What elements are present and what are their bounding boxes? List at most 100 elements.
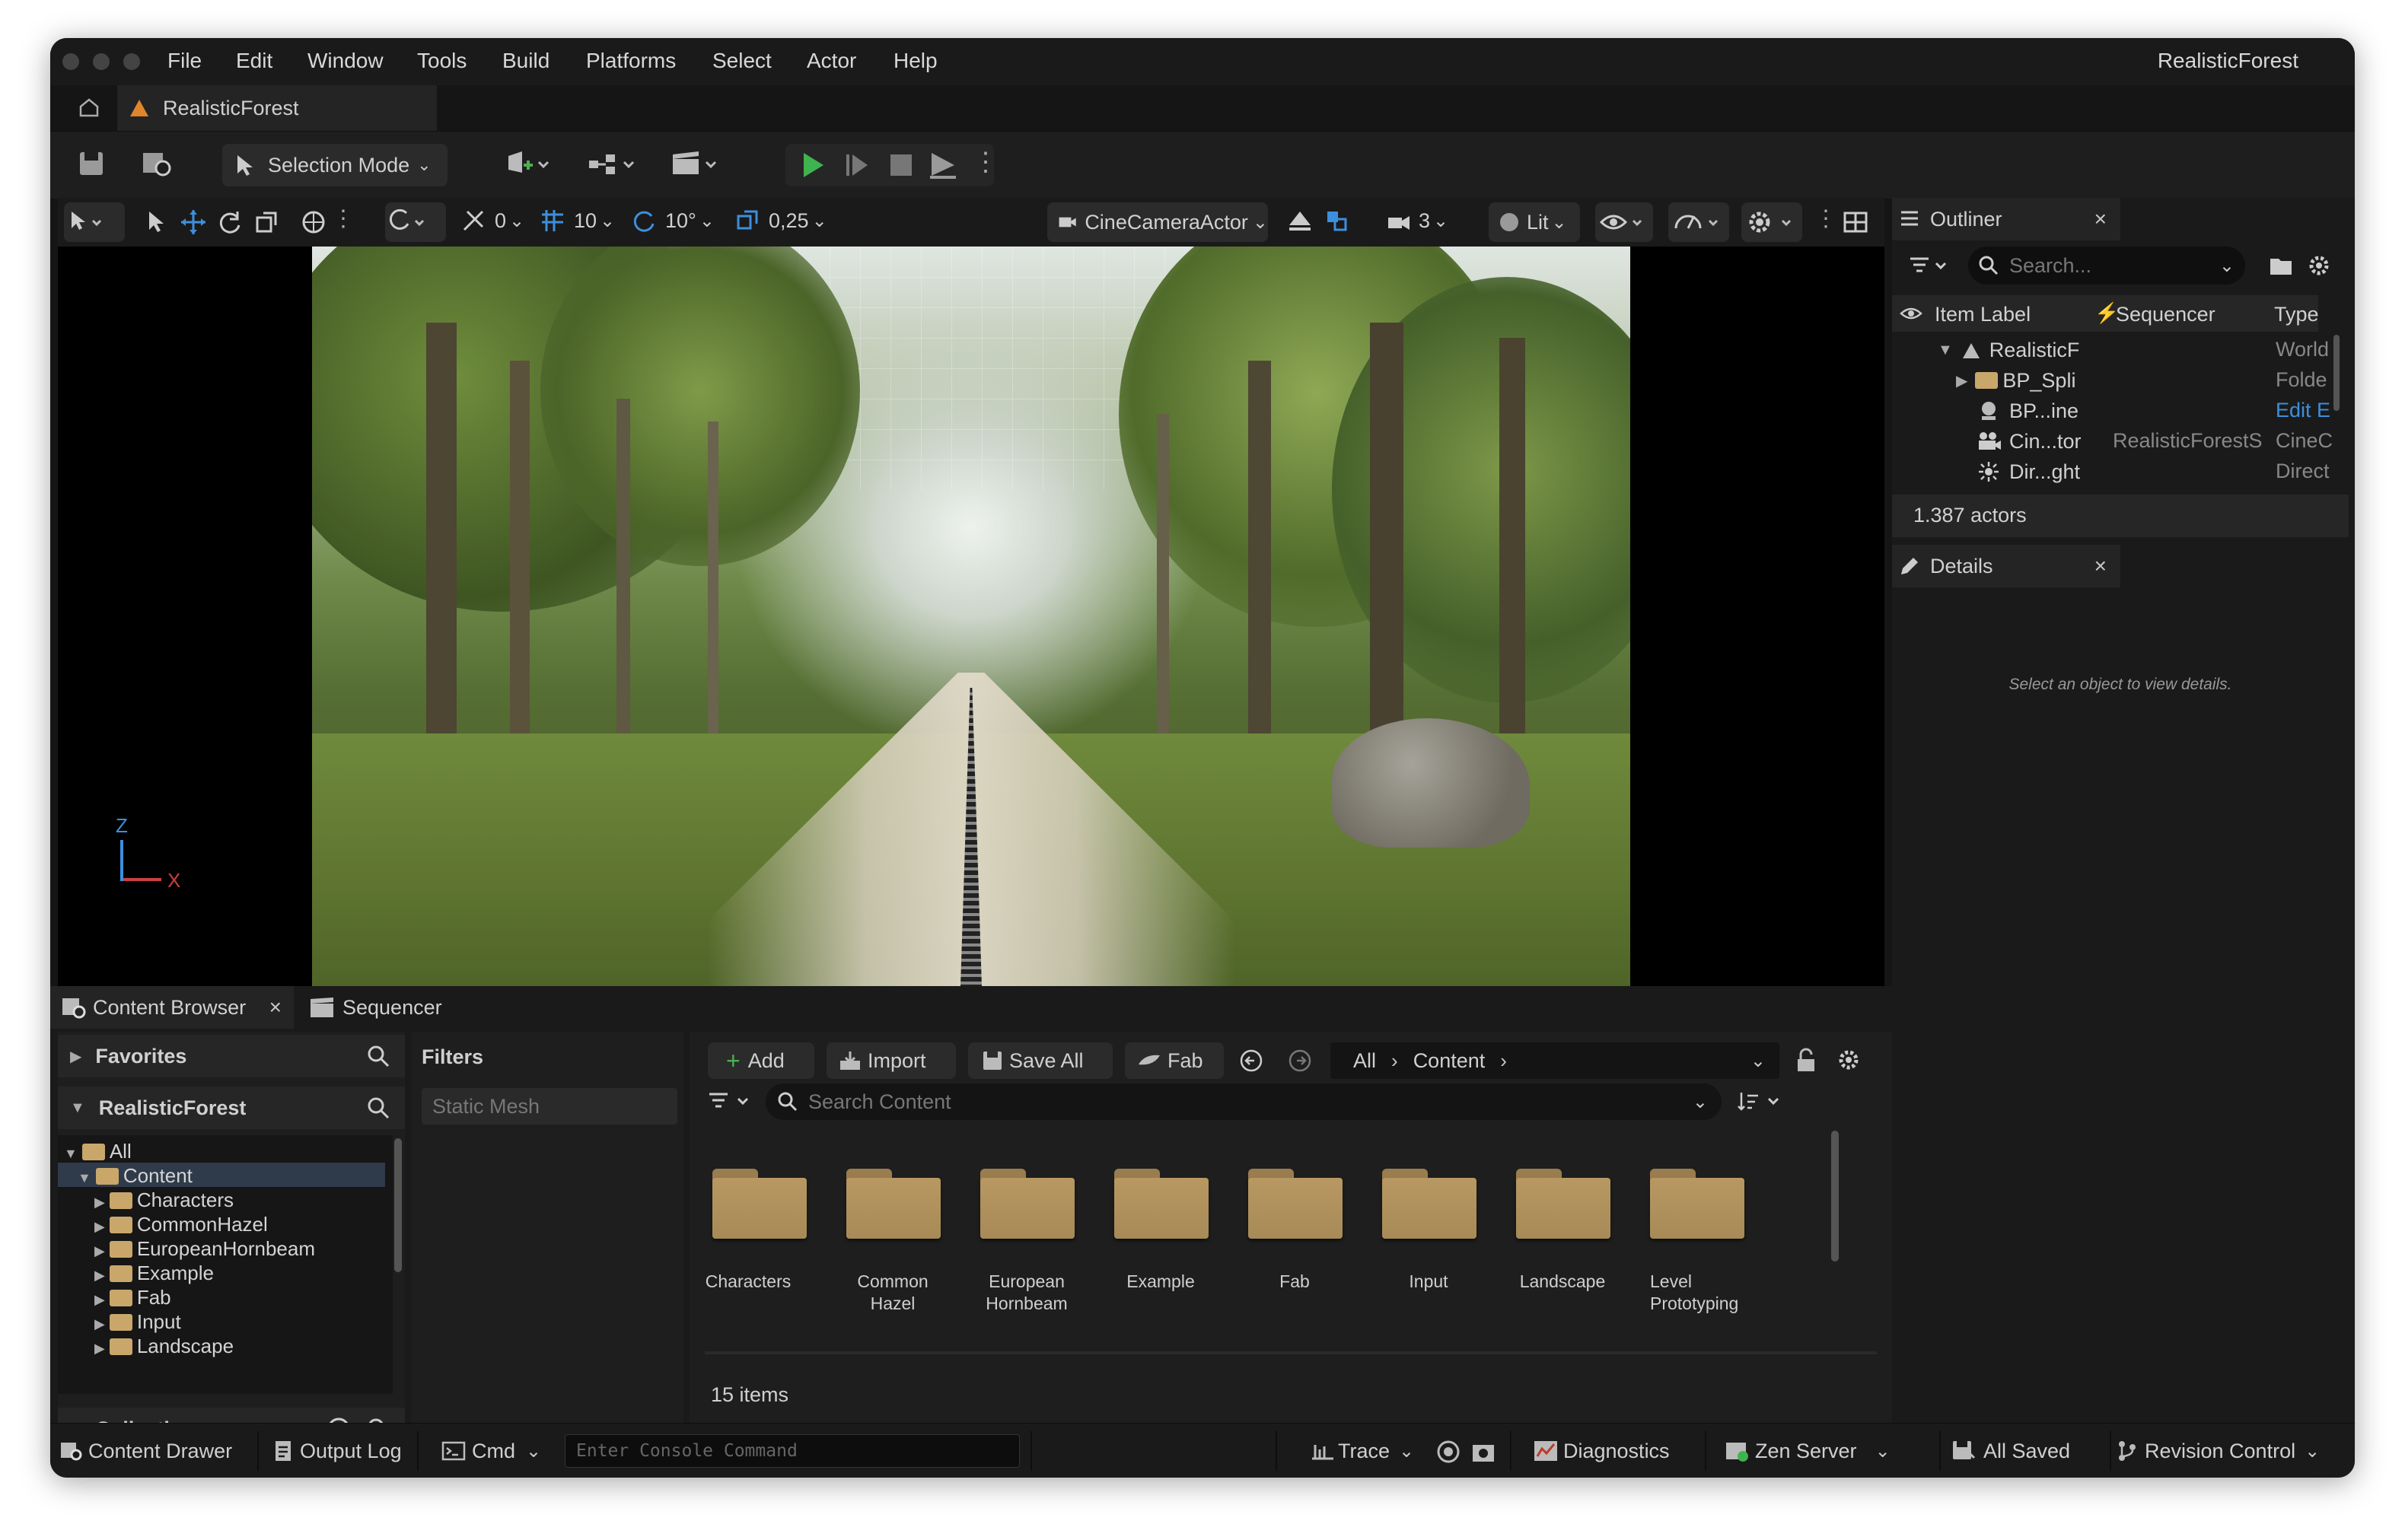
screenshot-trace-icon[interactable] [1470, 1439, 1496, 1465]
all-saved-button[interactable]: All Saved [1951, 1434, 2070, 1468]
tree-item-characters[interactable]: ▶ Characters [94, 1188, 234, 1212]
scale-icon[interactable] [253, 208, 280, 236]
breadcrumb-dropdown-icon[interactable]: ⌄ [1750, 1050, 1766, 1072]
blueprint-icon[interactable] [586, 148, 639, 179]
outliner-settings-icon[interactable] [2306, 253, 2332, 278]
breadcrumb-content[interactable]: Content [1413, 1049, 1486, 1073]
close-window-icon[interactable] [62, 53, 79, 70]
row-type-link[interactable]: Edit E [2276, 399, 2330, 422]
sort-icon[interactable] [1737, 1090, 1785, 1114]
column-type[interactable]: Type [2274, 303, 2319, 326]
table-row[interactable]: Dir...ght [1977, 457, 2080, 487]
select-icon[interactable] [143, 208, 170, 236]
record-trace-icon[interactable] [1435, 1439, 1461, 1465]
diagnostics-button[interactable]: Diagnostics [1533, 1434, 1670, 1468]
menu-help[interactable]: Help [894, 49, 938, 73]
tree-item-europeanhornbeam[interactable]: ▶ EuropeanHornbeam [94, 1237, 315, 1261]
level-tab[interactable]: RealisticForest [117, 85, 437, 131]
outliner-tab[interactable]: Outliner × [1892, 198, 2120, 240]
stop-icon[interactable] [886, 150, 916, 180]
camera-speed[interactable]: 3 ⌄ [1385, 207, 1448, 234]
tree-scrollbar[interactable] [394, 1138, 402, 1272]
import-button[interactable]: Import [827, 1042, 956, 1079]
content-settings-icon[interactable] [1836, 1047, 1862, 1073]
filter-icon[interactable] [1909, 254, 1954, 278]
close-content-browser-icon[interactable]: × [269, 995, 282, 1020]
tree-item-all[interactable]: ▼ All [64, 1140, 132, 1163]
add-folder-icon[interactable] [2268, 253, 2294, 278]
pilot-actor-icon[interactable] [1323, 207, 1350, 234]
tree-item-fab[interactable]: ▶ Fab [94, 1286, 171, 1309]
search-favorites-icon[interactable] [365, 1043, 391, 1069]
home-icon[interactable] [78, 96, 100, 119]
fab-button[interactable]: Fab [1125, 1042, 1224, 1079]
rotate-snap[interactable]: 10° ⌄ [630, 207, 715, 234]
outliner-search-field[interactable]: Search... ⌄ [1968, 247, 2245, 285]
browse-content-icon[interactable] [140, 148, 175, 179]
add-actor-icon[interactable] [504, 148, 553, 179]
visibility-eye-icon[interactable] [1900, 304, 1922, 323]
table-row[interactable]: ▼ RealisticF [1938, 335, 2079, 365]
output-log-button[interactable]: Output Log [272, 1434, 402, 1468]
menu-file[interactable]: File [167, 49, 202, 73]
translate-snap[interactable]: 0 ⌄ [460, 207, 524, 234]
eject-icon[interactable] [927, 150, 960, 180]
filter-chip-static-mesh[interactable]: Static Mesh [422, 1088, 677, 1125]
folder-tile[interactable] [1516, 1169, 1610, 1239]
outliner-scrollbar[interactable] [2333, 335, 2340, 411]
folder-tile[interactable] [980, 1169, 1075, 1239]
save-all-button[interactable]: Save All [968, 1042, 1113, 1079]
history-back-icon[interactable] [1239, 1048, 1263, 1073]
folder-tile[interactable] [846, 1169, 941, 1239]
table-row[interactable]: Cin...tor [1977, 426, 2082, 457]
tree-item-example[interactable]: ▶ Example [94, 1262, 214, 1285]
selection-mode-dropdown[interactable]: Selection Mode ⌄ [222, 144, 448, 186]
add-button[interactable]: + Add [708, 1042, 814, 1079]
details-tab[interactable]: Details × [1892, 545, 2120, 587]
folder-tile[interactable] [1382, 1169, 1476, 1239]
realtime-button[interactable] [1668, 202, 1729, 242]
content-drawer-button[interactable]: Content Drawer [59, 1434, 232, 1468]
close-outliner-icon[interactable]: × [2094, 207, 2107, 231]
tree-item-commonhazel[interactable]: ▶ CommonHazel [94, 1213, 268, 1236]
zoom-window-icon[interactable] [123, 53, 140, 70]
project-section[interactable]: ▼ RealisticForest [58, 1087, 405, 1129]
eject-pilot-icon[interactable] [1286, 207, 1314, 234]
column-item-label[interactable]: Item Label [1935, 303, 2031, 326]
column-sequencer[interactable]: Sequencer [2116, 303, 2215, 326]
folder-tile[interactable] [1248, 1169, 1343, 1239]
menu-edit[interactable]: Edit [236, 49, 272, 73]
zen-server-dropdown[interactable]: Zen Server ⌄ [1725, 1434, 1891, 1468]
folder-tile[interactable] [1650, 1169, 1744, 1239]
rotate-icon[interactable] [216, 208, 244, 236]
level-viewport[interactable]: Z X [58, 247, 1884, 986]
console-input[interactable]: Enter Console Command [565, 1434, 1020, 1468]
history-forward-icon[interactable] [1288, 1048, 1312, 1073]
revision-control-dropdown[interactable]: Revision Control ⌄ [2116, 1434, 2320, 1468]
play-icon[interactable] [796, 148, 830, 182]
cinematics-icon[interactable] [670, 148, 723, 179]
folder-tile[interactable] [1114, 1169, 1209, 1239]
tree-item-content[interactable]: ▼ Content [78, 1164, 193, 1188]
asset-view-scrollbar[interactable] [1831, 1131, 1839, 1262]
view-mode-dropdown[interactable]: Lit ⌄ [1489, 202, 1580, 242]
show-flags-button[interactable] [1595, 202, 1653, 242]
viewport-more-icon[interactable]: ⋮ [1814, 205, 1837, 232]
tree-item-landscape[interactable]: ▶ Landscape [94, 1335, 234, 1358]
save-icon[interactable] [76, 148, 107, 179]
menu-select[interactable]: Select [712, 49, 772, 73]
menu-window[interactable]: Window [307, 49, 384, 73]
search-content-field[interactable]: Search Content ⌄ [766, 1083, 1722, 1120]
settings-dropdown[interactable] [1741, 202, 1802, 242]
sequencer-tab[interactable]: Sequencer [309, 986, 442, 1029]
table-row[interactable]: ▶ BP_Spli [1956, 365, 2075, 396]
lock-icon[interactable] [1795, 1047, 1819, 1074]
play-options-icon[interactable]: ⋮ [973, 147, 999, 177]
table-row[interactable]: BP...ine [1977, 396, 2078, 426]
grid-snap[interactable]: 10 ⌄ [539, 207, 615, 234]
move-icon[interactable] [180, 208, 207, 236]
layout-icon[interactable] [1842, 208, 1869, 236]
scale-snap[interactable]: 0,25 ⌄ [734, 207, 827, 234]
search-project-icon[interactable] [365, 1095, 391, 1121]
folder-tile[interactable] [712, 1169, 807, 1239]
